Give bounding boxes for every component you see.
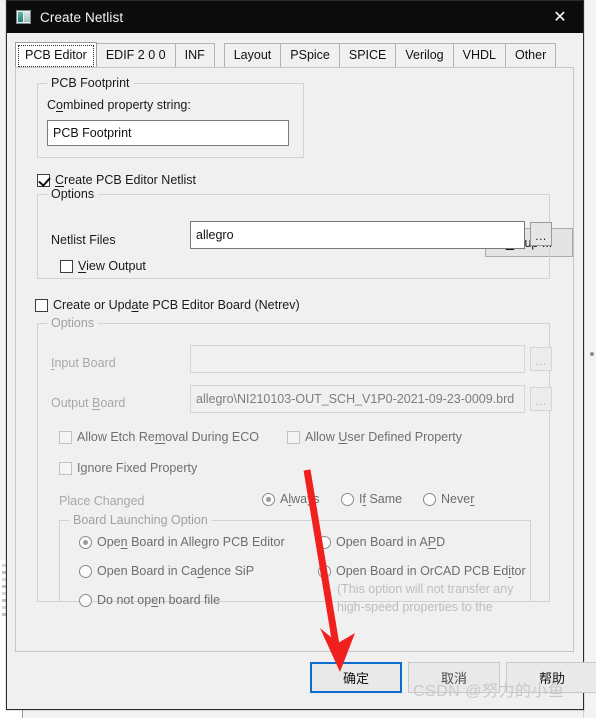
checkbox-label: Create PCB Editor Netlist [55,173,197,187]
checkbox-label: Create or Update PCB Editor Board (Netre… [53,298,300,312]
radio-circle [79,535,92,549]
radio-circle [79,564,92,578]
create-netlist-dialog: Create Netlist ✕ PCB Editor EDIF 2 0 0 I… [6,0,596,710]
group-legend: Board Launching Option [69,513,212,527]
radio-label: Open Board in Cadence SiP [97,564,255,578]
radio-circle [341,492,354,506]
cancel-button[interactable]: 取消 [408,662,500,693]
group-legend: PCB Footprint [47,76,134,90]
combined-property-label: Combined property string: [47,98,191,112]
radio-circle [79,593,92,607]
tab-layout[interactable]: Layout [223,43,282,67]
netlist-options-group: Options Netlist Files allegro ... View O… [37,187,552,279]
netlist-files-browse-button[interactable]: ... [530,222,552,246]
tab-label: INF [184,48,205,62]
checkbox-box [60,259,73,273]
radio-label: If Same [359,492,403,506]
radio-label: Open Board in APD [336,535,446,549]
input-board-label: Input Board [51,356,116,370]
tab-label: EDIF 2 0 0 [105,48,166,62]
open-board-cadence-sip-radio[interactable]: Open Board in Cadence SiP [79,564,254,578]
tab-vhdl[interactable]: VHDL [452,43,506,67]
checkbox-box [59,430,72,444]
ok-button[interactable]: 确定 [310,662,402,693]
tab-edif-200[interactable]: EDIF 2 0 0 [95,43,176,67]
checkbox-box [37,173,50,187]
create-pcb-editor-netlist-checkbox[interactable]: Create PCB Editor Netlist [37,173,196,187]
tab-verilog[interactable]: Verilog [395,43,454,67]
open-board-orcad-radio[interactable]: Open Board in OrCAD PCB Editor [318,564,526,578]
combined-property-input[interactable]: PCB Footprint [47,120,289,146]
radio-label: Never [441,492,475,506]
checkbox-label: Allow Etch Removal During ECO [77,430,260,444]
background-marker-dot [590,352,594,356]
tab-label: PSpice [290,48,330,62]
tab-pcb-editor[interactable]: PCB Editor [15,42,97,67]
app-window-icon [16,10,31,24]
view-output-checkbox[interactable]: View Output [60,259,146,273]
checkbox-box [59,461,72,475]
input-board-input[interactable] [190,345,525,373]
create-or-update-board-checkbox[interactable]: Create or Update PCB Editor Board (Netre… [35,298,300,312]
tab-label: Verilog [405,48,444,62]
tab-pspice[interactable]: PSpice [280,43,340,67]
place-changed-never-radio[interactable]: Never [423,492,474,506]
checkbox-label: Allow User Defined Property [305,430,463,444]
do-not-open-board-radio[interactable]: Do not open board file [79,593,220,607]
radio-circle [262,492,275,506]
background-window-right [583,0,596,718]
window-title: Create Netlist [40,9,124,25]
tab-page-pcb-editor: PCB Footprint Combined property string: … [15,67,574,652]
tab-label: Other [514,48,547,62]
radio-circle [318,564,331,578]
output-board-browse-button[interactable]: ... [530,387,552,411]
radio-label: Open Board in Allegro PCB Editor [97,535,285,549]
tab-other[interactable]: Other [504,43,557,67]
output-board-input[interactable]: allegro\NI210103-OUT_SCH_V1P0-2021-09-23… [190,385,525,413]
focus-ring [18,45,94,67]
place-changed-label: Place Changed [59,494,145,508]
checkbox-box [35,298,48,312]
radio-circle [423,492,436,506]
netlist-files-label: Netlist Files [51,233,116,247]
netrev-options-group: Options Input Board ... Output Board all… [37,316,552,614]
group-legend: Options [47,316,99,330]
orcad-note-line2: high-speed properties to the [337,600,493,614]
title-bar: Create Netlist ✕ [7,1,583,33]
radio-label: Open Board in OrCAD PCB Editor [336,564,526,578]
output-board-label: Output Board [51,396,126,410]
orcad-note-line1: (This option will not transfer any [337,582,514,596]
help-button[interactable]: 帮助 [506,662,596,693]
radio-label: Do not open board file [97,593,221,607]
tab-label: Layout [233,48,272,62]
checkbox-label: View Output [78,259,146,273]
tab-spice[interactable]: SPICE [338,43,397,67]
close-icon[interactable]: ✕ [537,1,583,33]
checkbox-label: Ignore Fixed Property [77,461,198,475]
radio-circle [318,535,331,549]
open-board-allegro-radio[interactable]: Open Board in Allegro PCB Editor [79,535,285,549]
place-changed-ifsame-radio[interactable]: If Same [341,492,402,506]
board-launching-option-group: Board Launching Option Open Board in All… [59,513,531,614]
ignore-fixed-property-checkbox[interactable]: Ignore Fixed Property [59,461,197,475]
netlist-files-input[interactable]: allegro [190,221,525,249]
radio-label: Always [280,492,320,506]
pcb-footprint-group: PCB Footprint Combined property string: … [37,76,304,158]
place-changed-always-radio[interactable]: Always [262,492,320,506]
allow-user-defined-property-checkbox[interactable]: Allow User Defined Property [287,430,462,444]
tab-label: SPICE [348,48,387,62]
open-board-apd-radio[interactable]: Open Board in APD [318,535,445,549]
allow-etch-removal-checkbox[interactable]: Allow Etch Removal During ECO [59,430,259,444]
input-board-browse-button[interactable]: ... [530,347,552,371]
tab-label: VHDL [462,48,496,62]
tab-strip: PCB Editor EDIF 2 0 0 INF Layout PSpice … [15,42,583,67]
checkbox-box [287,430,300,444]
group-legend: Options [47,187,99,201]
tab-inf[interactable]: INF [174,43,215,67]
